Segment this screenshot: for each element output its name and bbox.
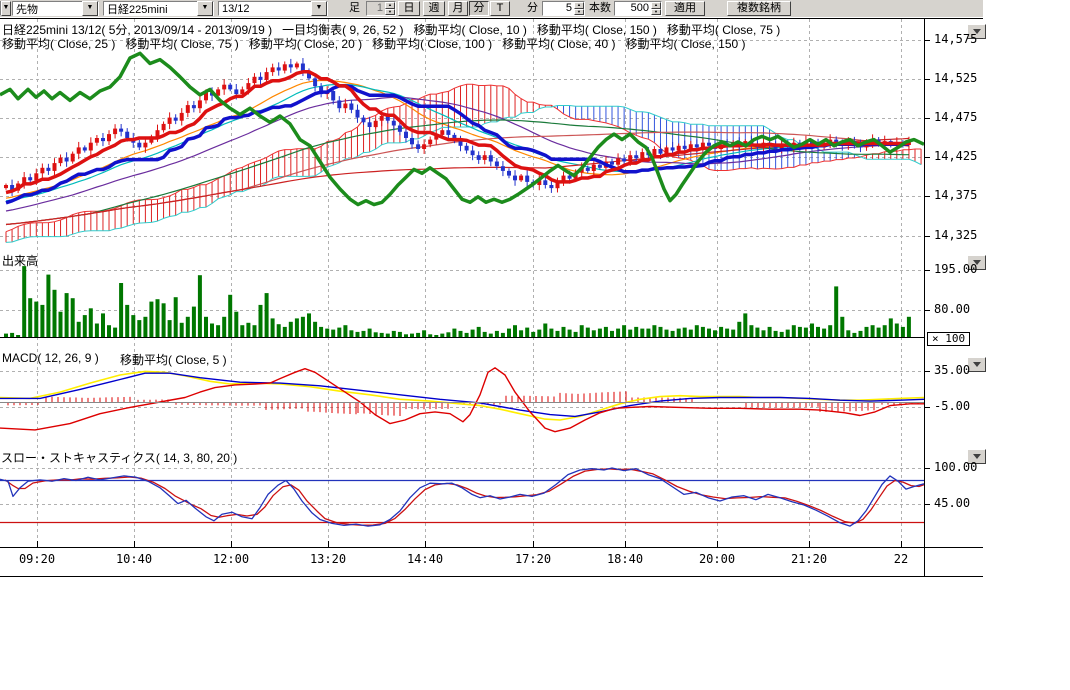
dropdown-arrow-icon[interactable]: ▼ [311,1,327,16]
chevron-down-icon [973,454,981,459]
chevron-down-icon [973,362,981,367]
dropdown-arrow-icon[interactable]: ▼ [1,1,11,16]
macd-pane-dropdown-button[interactable] [967,357,986,372]
spinner-arrows-icon[interactable]: ▲▼ [385,2,395,15]
instrument-value: 日経225mini [104,1,168,17]
minute-interval-value: 5 [543,2,574,15]
bar-interval-value: 1 [367,2,385,15]
dropdown-arrow-icon[interactable]: ▼ [82,1,98,16]
contract-month-value: 13/12 [219,3,250,15]
bar-interval-spinner[interactable]: 1 ▲▼ [366,1,396,16]
multi-symbol-button[interactable]: 複数銘柄 [727,1,791,16]
leftmost-partial-combobox[interactable]: ▼ [0,1,9,16]
spinner-arrows-icon[interactable]: ▲▼ [651,2,661,15]
volume-pane-dropdown-button[interactable] [967,255,986,270]
volume-multiplier-badge: × 100 [927,332,970,346]
period-day-button[interactable]: 日 [398,1,420,16]
period-minute-button[interactable]: 分 [469,1,489,16]
instrument-type-combobox[interactable]: 先物 ▼ [12,1,99,16]
period-tick-button[interactable]: T [490,1,510,16]
chart-application-window: ▼ 先物 ▼ 日経225mini ▼ 13/12 ▼ 足 1 ▲▼ 日 週 月 … [0,0,1070,690]
contract-month-combobox[interactable]: 13/12 ▼ [218,1,328,16]
apply-button[interactable]: 適用 [665,1,705,16]
instrument-type-value: 先物 [13,1,38,17]
period-week-button[interactable]: 週 [423,1,445,16]
chevron-down-icon [973,29,981,34]
dropdown-arrow-icon[interactable]: ▼ [197,1,213,16]
toolbar: ▼ 先物 ▼ 日経225mini ▼ 13/12 ▼ 足 1 ▲▼ 日 週 月 … [0,0,983,17]
spinner-arrows-icon[interactable]: ▲▼ [574,2,584,15]
chart-canvas [0,0,1070,690]
minute-interval-spinner[interactable]: 5 ▲▼ [542,1,585,16]
main-pane-dropdown-button[interactable] [967,24,986,39]
stoch-pane-dropdown-button[interactable] [967,449,986,464]
bar-count-label: 本数 [589,1,611,16]
instrument-combobox[interactable]: 日経225mini ▼ [103,1,214,16]
period-month-button[interactable]: 月 [448,1,468,16]
chevron-down-icon [973,260,981,265]
bar-count-value: 500 [615,2,651,15]
bar-count-spinner[interactable]: 500 ▲▼ [614,1,662,16]
bar-type-label: 足 [349,1,360,16]
minute-label: 分 [527,1,538,16]
